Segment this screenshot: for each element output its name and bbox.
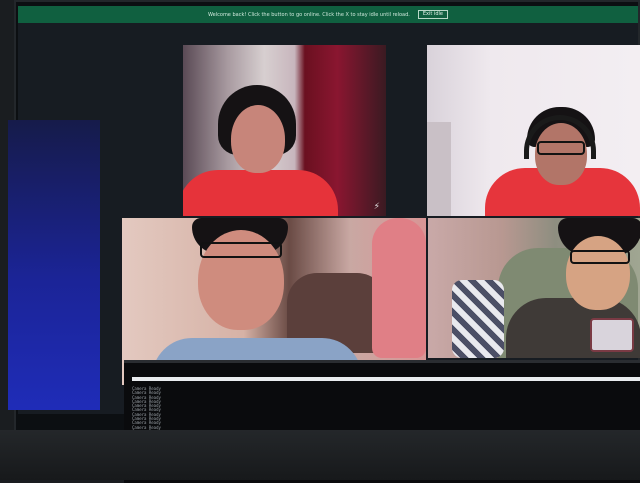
screen-blue-glow [8, 120, 100, 410]
banner-message: Welcome back! Click the button to go onl… [208, 11, 410, 18]
window-curtain [427, 122, 451, 216]
idle-banner: Welcome back! Click the button to go onl… [18, 6, 638, 23]
laptop-window-bar [132, 377, 640, 381]
participant-face [231, 105, 285, 173]
participant-glasses [200, 242, 282, 258]
pin-icon[interactable]: ⚡ [374, 202, 380, 212]
video-tile-4[interactable] [428, 218, 640, 358]
participant-body [183, 170, 338, 216]
pillow [452, 280, 504, 358]
desk-foreground [0, 430, 640, 480]
video-tile-2[interactable] [427, 45, 640, 216]
video-tile-1[interactable]: ⚡ [183, 45, 386, 216]
exit-idle-button[interactable]: Exit idle [417, 10, 448, 19]
participant-glasses [570, 250, 630, 264]
held-gadget [590, 318, 634, 352]
participant-face [566, 236, 630, 310]
finger-near-camera [372, 218, 426, 358]
